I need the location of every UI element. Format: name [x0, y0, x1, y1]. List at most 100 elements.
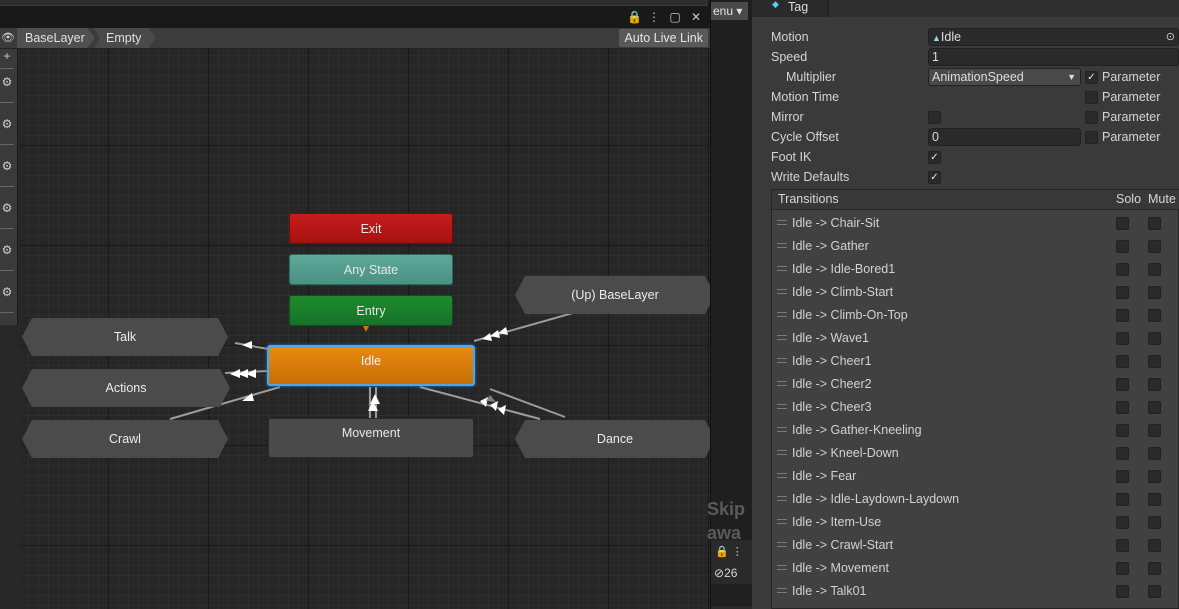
cycle-offset-field[interactable]: 0 [928, 128, 1081, 146]
mute-checkbox[interactable] [1148, 240, 1161, 253]
solo-checkbox[interactable] [1116, 539, 1129, 552]
mute-checkbox[interactable] [1148, 286, 1161, 299]
mute-checkbox[interactable] [1148, 470, 1161, 483]
mute-checkbox[interactable] [1148, 585, 1161, 598]
drag-handle-icon[interactable] [777, 565, 787, 570]
plus-icon[interactable]: + [0, 49, 14, 69]
table-row[interactable]: Idle -> Gather [772, 235, 1179, 258]
solo-checkbox[interactable] [1116, 493, 1129, 506]
hidden-count[interactable]: ⊘26 [714, 566, 737, 580]
table-row[interactable]: Idle -> Gather-Kneeling [772, 419, 1179, 442]
gear-icon[interactable]: ⚙ [0, 159, 14, 187]
state-exit[interactable]: Exit [289, 213, 453, 244]
drag-handle-icon[interactable] [777, 519, 787, 524]
solo-checkbox[interactable] [1116, 516, 1129, 529]
gear-icon[interactable]: ⚙ [0, 117, 14, 145]
state-any-state[interactable]: Any State [289, 254, 453, 285]
foot-ik-checkbox[interactable]: ✓ [928, 151, 941, 164]
state-crawl[interactable]: Crawl [22, 420, 228, 458]
solo-checkbox[interactable] [1116, 401, 1129, 414]
maximize-icon[interactable]: ▢ [669, 10, 681, 24]
cycle-offset-parameter-checkbox[interactable] [1085, 131, 1098, 144]
state-movement[interactable]: Movement [268, 418, 474, 458]
drag-handle-icon[interactable] [777, 243, 787, 248]
drag-handle-icon[interactable] [777, 473, 787, 478]
drag-handle-icon[interactable] [777, 381, 787, 386]
drag-handle-icon[interactable] [777, 427, 787, 432]
auto-live-link-button[interactable]: Auto Live Link [619, 29, 708, 47]
drag-handle-icon[interactable] [777, 312, 787, 317]
drag-handle-icon[interactable] [777, 404, 787, 409]
motion-time-parameter-checkbox[interactable] [1085, 91, 1098, 104]
multiplier-dropdown[interactable]: AnimationSpeed ▼ [928, 68, 1081, 86]
solo-checkbox[interactable] [1116, 332, 1129, 345]
eye-icon[interactable]: 👁 [0, 31, 16, 44]
state-entry[interactable]: Entry [289, 295, 453, 326]
solo-checkbox[interactable] [1116, 562, 1129, 575]
mute-checkbox[interactable] [1148, 562, 1161, 575]
state-up-baselayer[interactable]: (Up) BaseLayer [515, 276, 710, 314]
gear-icon[interactable]: ⚙ [0, 285, 14, 313]
drag-handle-icon[interactable] [777, 335, 787, 340]
write-defaults-checkbox[interactable]: ✓ [928, 171, 941, 184]
state-dance[interactable]: Dance [515, 420, 710, 458]
gear-icon[interactable]: ⚙ [0, 243, 14, 271]
state-idle[interactable]: Idle [267, 345, 475, 386]
table-row[interactable]: Idle -> Climb-Start [772, 281, 1179, 304]
mirror-parameter-checkbox[interactable] [1085, 111, 1098, 124]
state-machine-graph[interactable]: Exit Any State Entry Idle Movement Talk … [20, 49, 710, 609]
mute-checkbox[interactable] [1148, 539, 1161, 552]
mute-checkbox[interactable] [1148, 378, 1161, 391]
mute-checkbox[interactable] [1148, 493, 1161, 506]
solo-checkbox[interactable] [1116, 447, 1129, 460]
mute-checkbox[interactable] [1148, 401, 1161, 414]
menu-dropdown[interactable]: enu ▾ [711, 2, 748, 20]
mute-checkbox[interactable] [1148, 447, 1161, 460]
mute-checkbox[interactable] [1148, 309, 1161, 322]
solo-checkbox[interactable] [1116, 217, 1129, 230]
gear-icon[interactable]: ⚙ [0, 201, 14, 229]
solo-checkbox[interactable] [1116, 424, 1129, 437]
solo-checkbox[interactable] [1116, 240, 1129, 253]
speed-field[interactable]: 1 [928, 48, 1179, 66]
more-icon[interactable]: ⋮ [648, 10, 660, 24]
drag-handle-icon[interactable] [777, 358, 787, 363]
lock-icon[interactable]: 🔒 ⋮ [715, 545, 743, 558]
close-icon[interactable]: ✕ [690, 10, 702, 24]
breadcrumb-baselayer[interactable]: BaseLayer [17, 28, 95, 48]
solo-checkbox[interactable] [1116, 470, 1129, 483]
drag-handle-icon[interactable] [777, 450, 787, 455]
table-row[interactable]: Idle -> Chair-Sit [772, 212, 1179, 235]
drag-handle-icon[interactable] [777, 588, 787, 593]
table-row[interactable]: Idle -> Wave1 [772, 327, 1179, 350]
solo-checkbox[interactable] [1116, 286, 1129, 299]
table-row[interactable]: Idle -> Crawl-Start [772, 534, 1179, 557]
mute-checkbox[interactable] [1148, 516, 1161, 529]
drag-handle-icon[interactable] [777, 220, 787, 225]
mute-checkbox[interactable] [1148, 263, 1161, 276]
drag-handle-icon[interactable] [777, 266, 787, 271]
table-row[interactable]: Idle -> Idle-Laydown-Laydown [772, 488, 1179, 511]
motion-field[interactable]: ▲Idle ⊙ [928, 28, 1179, 46]
table-row[interactable]: Idle -> Cheer3 [772, 396, 1179, 419]
target-icon[interactable]: ⊙ [1166, 29, 1175, 46]
drag-handle-icon[interactable] [777, 289, 787, 294]
table-row[interactable]: Idle -> Climb-On-Top [772, 304, 1179, 327]
mute-checkbox[interactable] [1148, 217, 1161, 230]
table-row[interactable]: Idle -> Talk01 [772, 580, 1179, 603]
solo-checkbox[interactable] [1116, 378, 1129, 391]
tag-field[interactable] [828, 0, 1179, 17]
solo-checkbox[interactable] [1116, 355, 1129, 368]
lock-icon[interactable]: 🔒 [627, 10, 642, 24]
mute-checkbox[interactable] [1148, 332, 1161, 345]
mute-checkbox[interactable] [1148, 355, 1161, 368]
multiplier-parameter-checkbox[interactable]: ✓ [1085, 71, 1098, 84]
mirror-checkbox[interactable] [928, 111, 941, 124]
drag-handle-icon[interactable] [777, 496, 787, 501]
drag-handle-icon[interactable] [777, 542, 787, 547]
breadcrumb-empty[interactable]: Empty [94, 28, 156, 48]
table-row[interactable]: Idle -> Idle-Bored1 [772, 258, 1179, 281]
mute-checkbox[interactable] [1148, 424, 1161, 437]
table-row[interactable]: Idle -> Cheer1 [772, 350, 1179, 373]
state-talk[interactable]: Talk [22, 318, 228, 356]
